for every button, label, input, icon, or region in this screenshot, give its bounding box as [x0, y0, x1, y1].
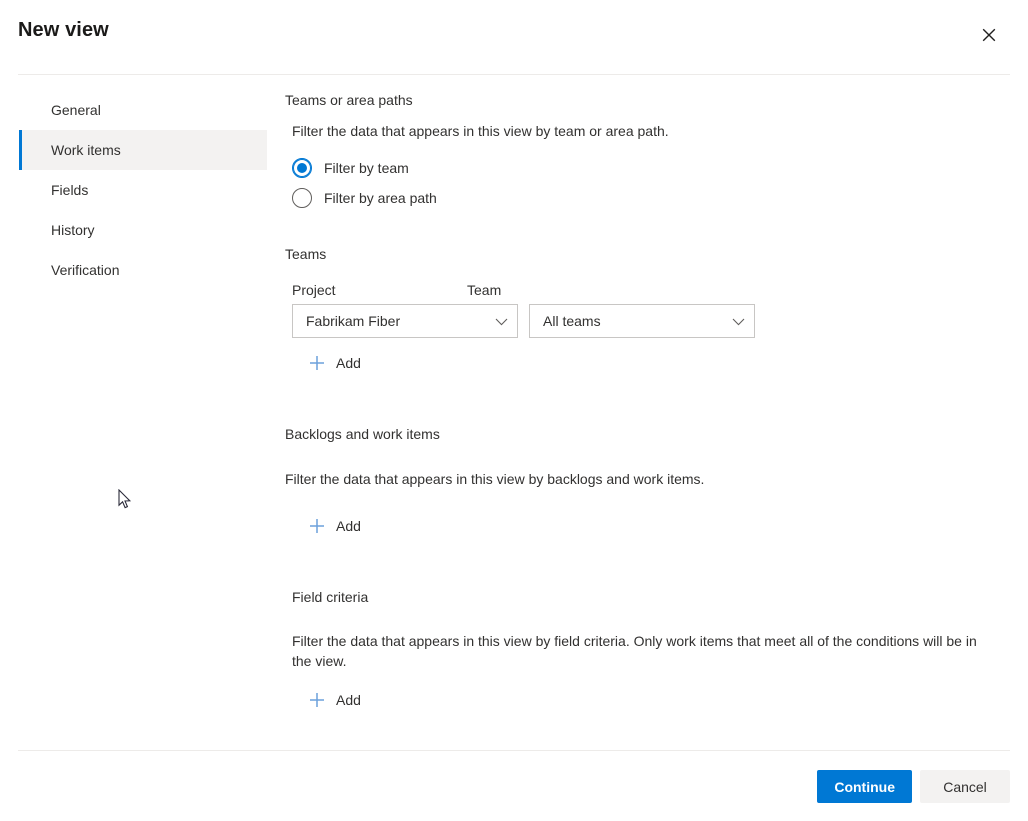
- footer-button-group: Continue Cancel: [817, 770, 1010, 803]
- teams-dropdown-row: Fabrikam Fiber All teams: [292, 304, 1004, 338]
- section-title: Field criteria: [292, 587, 1004, 607]
- dialog-body: General Work items Fields History Verifi…: [0, 74, 1028, 750]
- sidebar-item-general[interactable]: General: [19, 90, 267, 130]
- section-description: Filter the data that appears in this vie…: [285, 469, 1004, 489]
- chevron-down-icon: [495, 313, 508, 329]
- chevron-down-icon: [732, 313, 745, 329]
- plus-icon: [307, 516, 327, 536]
- add-button-label: Add: [336, 355, 361, 371]
- dialog-header: New view: [0, 0, 1028, 74]
- add-button-label: Add: [336, 692, 361, 708]
- section-description: Filter the data that appears in this vie…: [292, 631, 992, 671]
- teams-field-labels: Project Team: [292, 281, 1004, 299]
- sidebar-item-label: Fields: [51, 182, 88, 198]
- close-button[interactable]: [968, 14, 1010, 56]
- sidebar-item-label: General: [51, 102, 101, 118]
- add-field-criteria-button[interactable]: Add: [307, 690, 361, 710]
- cancel-button[interactable]: Cancel: [920, 770, 1010, 803]
- radio-unselected-icon: [292, 188, 312, 208]
- add-backlog-button[interactable]: Add: [307, 516, 361, 536]
- radio-label: Filter by area path: [324, 190, 437, 206]
- sidebar-item-label: History: [51, 222, 95, 238]
- continue-button[interactable]: Continue: [817, 770, 912, 803]
- sidebar-item-label: Work items: [51, 142, 121, 158]
- team-dropdown-value: All teams: [543, 313, 601, 329]
- section-backlogs-and-work-items: Backlogs and work items Filter the data …: [267, 424, 1004, 541]
- project-dropdown-value: Fabrikam Fiber: [306, 313, 400, 329]
- sidebar-item-label: Verification: [51, 262, 119, 278]
- page-title: New view: [18, 19, 109, 42]
- section-title: Teams: [285, 244, 1004, 264]
- footer-divider: [18, 750, 1010, 751]
- section-title: Backlogs and work items: [285, 424, 1004, 444]
- sidebar-nav: General Work items Fields History Verifi…: [0, 74, 267, 750]
- new-view-dialog: New view General Work items Fields Histo: [0, 0, 1028, 821]
- section-description: Filter the data that appears in this vie…: [292, 121, 1004, 141]
- radio-label: Filter by team: [324, 160, 409, 176]
- sidebar-item-fields[interactable]: Fields: [19, 170, 267, 210]
- sidebar-item-work-items[interactable]: Work items: [19, 130, 267, 170]
- project-label: Project: [292, 281, 467, 299]
- close-icon: [982, 28, 996, 42]
- section-field-criteria: Field criteria Filter the data that appe…: [267, 587, 1004, 715]
- section-teams-or-area-paths: Teams or area paths Filter the data that…: [267, 90, 1004, 213]
- plus-icon: [307, 690, 327, 710]
- section-title: Teams or area paths: [285, 90, 1004, 110]
- radio-filter-by-area-path[interactable]: Filter by area path: [292, 183, 1004, 213]
- plus-icon: [307, 353, 327, 373]
- main-content: Teams or area paths Filter the data that…: [267, 74, 1028, 750]
- team-label: Team: [467, 281, 501, 299]
- project-dropdown[interactable]: Fabrikam Fiber: [292, 304, 518, 338]
- team-dropdown[interactable]: All teams: [529, 304, 755, 338]
- add-button-label: Add: [336, 518, 361, 534]
- teams-or-area-path-radio-group: Filter by team Filter by area path: [292, 153, 1004, 213]
- radio-filter-by-team[interactable]: Filter by team: [292, 153, 1004, 183]
- sidebar-item-history[interactable]: History: [19, 210, 267, 250]
- section-teams: Teams Project Team Fabrikam Fiber: [267, 244, 1004, 378]
- radio-selected-icon: [292, 158, 312, 178]
- sidebar-item-verification[interactable]: Verification: [19, 250, 267, 290]
- dialog-footer: Continue Cancel: [0, 750, 1028, 821]
- add-team-button[interactable]: Add: [307, 353, 361, 373]
